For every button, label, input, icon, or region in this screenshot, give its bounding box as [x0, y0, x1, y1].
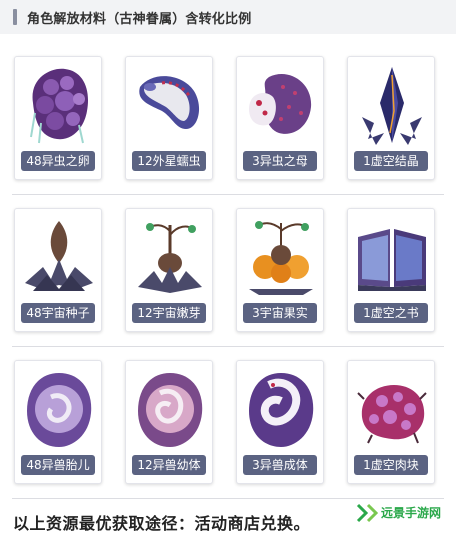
- material-card-cosmic-sprout[interactable]: 12宇宙嫩芽: [125, 208, 213, 332]
- material-label: 1虚空之书: [354, 303, 428, 323]
- material-card-void-flesh[interactable]: 1虚空肉块: [347, 360, 435, 484]
- void-book-icon: [358, 229, 426, 291]
- material-card-cosmic-fruit[interactable]: 3宇宙果实: [236, 208, 324, 332]
- material-card-broodmother[interactable]: 3异虫之母: [236, 56, 324, 180]
- brand-logo-icon: [356, 503, 378, 523]
- material-label: 12外星蠕虫: [132, 151, 206, 171]
- material-label: 12异兽幼体: [132, 455, 206, 475]
- material-card-cosmic-seed[interactable]: 48宇宙种子: [14, 208, 102, 332]
- cosmic-seed-icon: [25, 221, 93, 291]
- beast-embryo-icon: [27, 373, 92, 447]
- material-card-beast-embryo[interactable]: 48异兽胎儿: [14, 360, 102, 484]
- material-label: 12宇宙嫩芽: [132, 303, 206, 323]
- section-header: 角色解放材料（古神眷属）含转化比例: [0, 0, 456, 34]
- void-flesh-icon: [357, 385, 427, 444]
- section-divider: [12, 194, 444, 195]
- material-label: 48宇宙种子: [21, 303, 95, 323]
- material-card-void-crystal[interactable]: 1虚空结晶: [347, 56, 435, 180]
- material-label: 3异虫之母: [243, 151, 317, 171]
- brand-watermark[interactable]: 远景手游网: [356, 500, 441, 524]
- material-label: 1虚空肉块: [354, 455, 428, 475]
- material-card-worm[interactable]: 12外星蠕虫: [125, 56, 213, 180]
- material-card-beast-adult[interactable]: 3异兽成体: [236, 360, 324, 484]
- material-label: 3宇宙果实: [243, 303, 317, 323]
- acquisition-note: 以上资源最优获取途径：活动商店兑换。: [13, 514, 311, 533]
- material-label: 3异兽成体: [243, 455, 317, 475]
- material-card-egg[interactable]: 48异虫之卵: [14, 56, 102, 180]
- header-accent-bar: [13, 9, 17, 25]
- cosmic-sprout-icon: [138, 223, 202, 293]
- section-divider: [12, 346, 444, 347]
- brand-name: 远景手游网: [381, 505, 442, 520]
- beast-adult-icon: [249, 373, 314, 447]
- broodmother-icon: [249, 73, 312, 134]
- beast-larva-icon: [138, 373, 203, 447]
- section-divider: [12, 498, 444, 499]
- void-crystal-icon: [362, 67, 422, 145]
- material-card-void-book[interactable]: 1虚空之书: [347, 208, 435, 332]
- cosmic-fruit-icon: [249, 221, 313, 295]
- material-label: 1虚空结晶: [354, 151, 428, 171]
- material-label: 48异虫之卵: [21, 151, 95, 171]
- material-card-beast-larva[interactable]: 12异兽幼体: [125, 360, 213, 484]
- egg-cluster-icon: [30, 68, 89, 144]
- page-title: 角色解放材料（古神眷属）含转化比例: [27, 11, 252, 27]
- material-label: 48异兽胎儿: [21, 455, 95, 475]
- worm-icon: [139, 76, 200, 129]
